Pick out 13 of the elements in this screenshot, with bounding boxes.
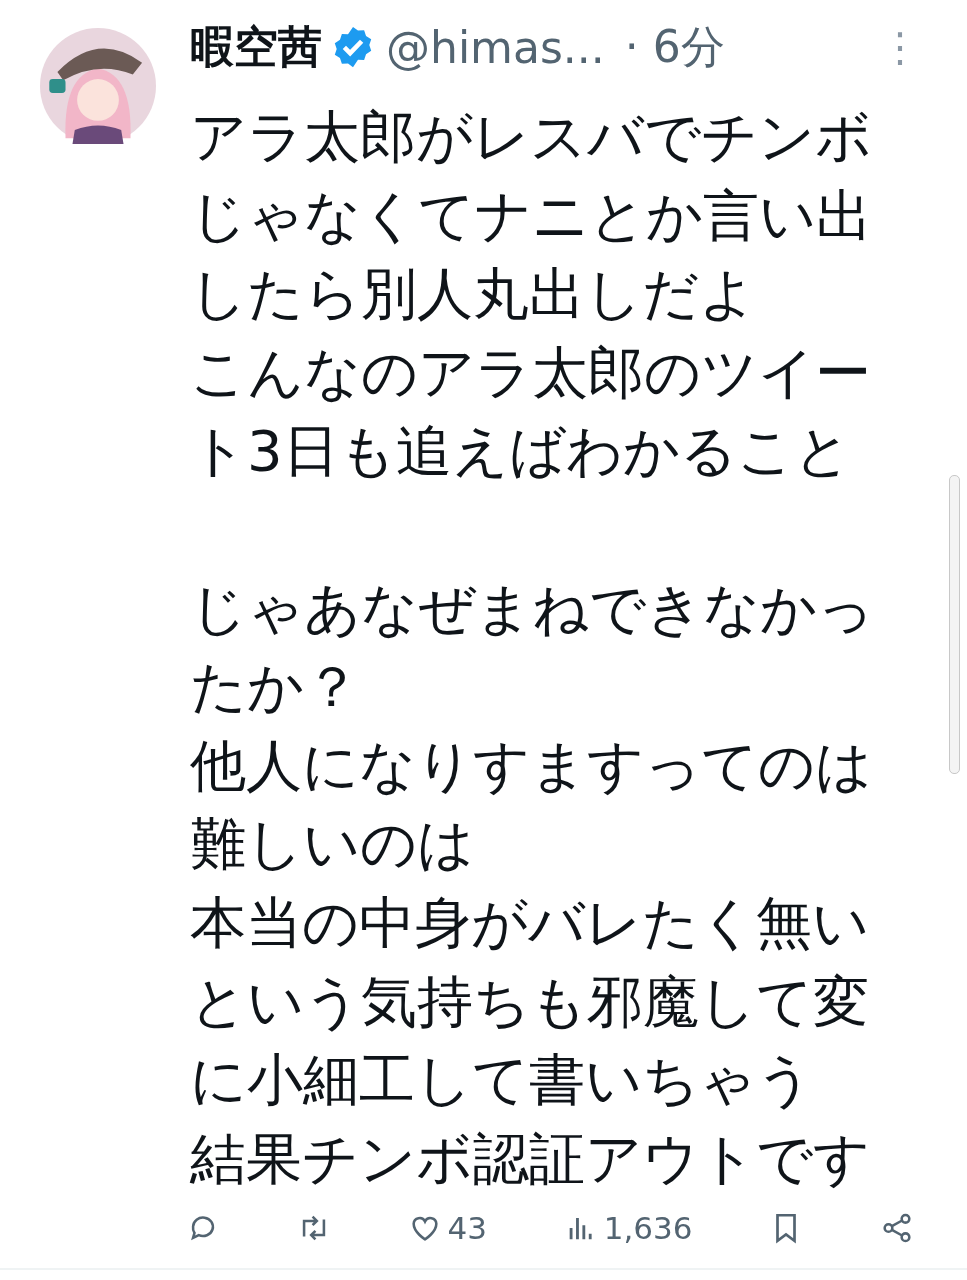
post-text: じゃあなぜまねできなかったか？ xyxy=(190,574,875,722)
post-text: 他人になりすますってのは難しいのは xyxy=(190,731,873,879)
avatar[interactable] xyxy=(40,28,156,144)
author-name[interactable]: 暇空茜 xyxy=(190,17,322,77)
scrollbar[interactable] xyxy=(949,475,960,774)
view-count: 1,636 xyxy=(603,1210,693,1246)
post-text: 結果チンボ認証アウトです xyxy=(190,1124,871,1193)
post-time[interactable]: · 6分 xyxy=(624,17,725,77)
like-count: 43 xyxy=(447,1210,487,1246)
post-text: アラ太郎がレスバでチンボじゃなくてナニとか言い出したら別人丸出しだよ xyxy=(190,103,873,329)
post-text: こんなのアラ太郎のツイート3日も追えばわかること xyxy=(190,338,872,486)
post-text: 本当の中身がバレたく無いという気持ちも邪魔して変に小細工して書いちゃう xyxy=(190,888,870,1115)
author-handle[interactable]: @himas... xyxy=(386,21,605,73)
